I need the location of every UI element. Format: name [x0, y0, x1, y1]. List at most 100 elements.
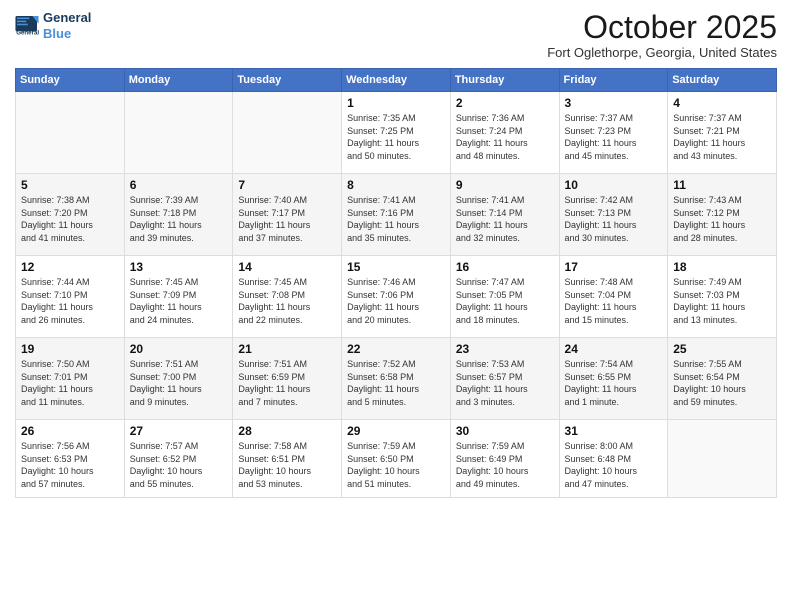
day-number: 7: [238, 178, 336, 192]
day-number: 22: [347, 342, 445, 356]
month-title: October 2025: [547, 10, 777, 45]
day-info: Sunrise: 7:53 AM Sunset: 6:57 PM Dayligh…: [456, 358, 554, 408]
day-number: 23: [456, 342, 554, 356]
day-info: Sunrise: 7:37 AM Sunset: 7:21 PM Dayligh…: [673, 112, 771, 162]
header-tuesday: Tuesday: [233, 69, 342, 92]
day-number: 28: [238, 424, 336, 438]
day-number: 31: [565, 424, 663, 438]
header-monday: Monday: [124, 69, 233, 92]
day-info: Sunrise: 8:00 AM Sunset: 6:48 PM Dayligh…: [565, 440, 663, 490]
table-row: 25 Sunrise: 7:55 AM Sunset: 6:54 PM Dayli…: [668, 338, 777, 420]
day-info: Sunrise: 7:45 AM Sunset: 7:08 PM Dayligh…: [238, 276, 336, 326]
table-row: 14 Sunrise: 7:45 AM Sunset: 7:08 PM Dayli…: [233, 256, 342, 338]
table-row: 2 Sunrise: 7:36 AM Sunset: 7:24 PM Daylig…: [450, 92, 559, 174]
table-row: 10 Sunrise: 7:42 AM Sunset: 7:13 PM Dayli…: [559, 174, 668, 256]
day-number: 30: [456, 424, 554, 438]
table-row: 31 Sunrise: 8:00 AM Sunset: 6:48 PM Dayli…: [559, 420, 668, 498]
day-info: Sunrise: 7:42 AM Sunset: 7:13 PM Dayligh…: [565, 194, 663, 244]
table-row: [233, 92, 342, 174]
day-number: 12: [21, 260, 119, 274]
calendar-table: Sunday Monday Tuesday Wednesday Thursday…: [15, 68, 777, 498]
day-info: Sunrise: 7:45 AM Sunset: 7:09 PM Dayligh…: [130, 276, 228, 326]
location: Fort Oglethorpe, Georgia, United States: [547, 45, 777, 60]
table-row: 20 Sunrise: 7:51 AM Sunset: 7:00 PM Dayli…: [124, 338, 233, 420]
table-row: 29 Sunrise: 7:59 AM Sunset: 6:50 PM Dayli…: [342, 420, 451, 498]
day-info: Sunrise: 7:39 AM Sunset: 7:18 PM Dayligh…: [130, 194, 228, 244]
day-number: 26: [21, 424, 119, 438]
table-row: 16 Sunrise: 7:47 AM Sunset: 7:05 PM Dayli…: [450, 256, 559, 338]
table-row: 4 Sunrise: 7:37 AM Sunset: 7:21 PM Daylig…: [668, 92, 777, 174]
table-row: 22 Sunrise: 7:52 AM Sunset: 6:58 PM Dayli…: [342, 338, 451, 420]
table-row: 11 Sunrise: 7:43 AM Sunset: 7:12 PM Dayli…: [668, 174, 777, 256]
day-info: Sunrise: 7:55 AM Sunset: 6:54 PM Dayligh…: [673, 358, 771, 408]
day-info: Sunrise: 7:59 AM Sunset: 6:50 PM Dayligh…: [347, 440, 445, 490]
day-number: 10: [565, 178, 663, 192]
logo: General Blue General Blue: [15, 10, 91, 41]
day-info: Sunrise: 7:51 AM Sunset: 6:59 PM Dayligh…: [238, 358, 336, 408]
table-row: 30 Sunrise: 7:59 AM Sunset: 6:49 PM Dayli…: [450, 420, 559, 498]
logo-text-blue: Blue: [43, 26, 91, 42]
day-number: 25: [673, 342, 771, 356]
table-row: 8Sunrise: 7:41 AM Sunset: 7:16 PM Daylig…: [342, 174, 451, 256]
table-row: 27Sunrise: 7:57 AM Sunset: 6:52 PM Dayli…: [124, 420, 233, 498]
table-row: 1 Sunrise: 7:35 AM Sunset: 7:25 PM Daylig…: [342, 92, 451, 174]
day-number: 17: [565, 260, 663, 274]
day-info: Sunrise: 7:41 AM Sunset: 7:14 PM Dayligh…: [456, 194, 554, 244]
table-row: [668, 420, 777, 498]
day-number: 13: [130, 260, 228, 274]
day-info: Sunrise: 7:56 AM Sunset: 6:53 PM Dayligh…: [21, 440, 119, 490]
page-container: General Blue General Blue October 2025 F…: [0, 0, 792, 612]
logo-icon: General Blue: [15, 16, 39, 36]
table-row: 21Sunrise: 7:51 AM Sunset: 6:59 PM Dayli…: [233, 338, 342, 420]
table-row: 28 Sunrise: 7:58 AM Sunset: 6:51 PM Dayli…: [233, 420, 342, 498]
table-row: [124, 92, 233, 174]
table-row: 13 Sunrise: 7:45 AM Sunset: 7:09 PM Dayli…: [124, 256, 233, 338]
day-info: Sunrise: 7:51 AM Sunset: 7:00 PM Dayligh…: [130, 358, 228, 408]
day-number: 9: [456, 178, 554, 192]
table-row: 15Sunrise: 7:46 AM Sunset: 7:06 PM Dayli…: [342, 256, 451, 338]
day-number: 1: [347, 96, 445, 110]
day-info: Sunrise: 7:36 AM Sunset: 7:24 PM Dayligh…: [456, 112, 554, 162]
table-row: 5 Sunrise: 7:38 AM Sunset: 7:20 PM Daylig…: [16, 174, 125, 256]
day-number: 3: [565, 96, 663, 110]
day-info: Sunrise: 7:50 AM Sunset: 7:01 PM Dayligh…: [21, 358, 119, 408]
day-number: 20: [130, 342, 228, 356]
day-number: 11: [673, 178, 771, 192]
title-block: October 2025 Fort Oglethorpe, Georgia, U…: [547, 10, 777, 60]
day-info: Sunrise: 7:44 AM Sunset: 7:10 PM Dayligh…: [21, 276, 119, 326]
day-info: Sunrise: 7:47 AM Sunset: 7:05 PM Dayligh…: [456, 276, 554, 326]
day-info: Sunrise: 7:40 AM Sunset: 7:17 PM Dayligh…: [238, 194, 336, 244]
day-info: Sunrise: 7:59 AM Sunset: 6:49 PM Dayligh…: [456, 440, 554, 490]
day-number: 4: [673, 96, 771, 110]
table-row: 19 Sunrise: 7:50 AM Sunset: 7:01 PM Dayli…: [16, 338, 125, 420]
day-info: Sunrise: 7:38 AM Sunset: 7:20 PM Dayligh…: [21, 194, 119, 244]
day-number: 15: [347, 260, 445, 274]
logo-text-general: General: [43, 10, 91, 26]
header-thursday: Thursday: [450, 69, 559, 92]
day-number: 19: [21, 342, 119, 356]
day-info: Sunrise: 7:48 AM Sunset: 7:04 PM Dayligh…: [565, 276, 663, 326]
day-info: Sunrise: 7:54 AM Sunset: 6:55 PM Dayligh…: [565, 358, 663, 408]
day-number: 14: [238, 260, 336, 274]
day-number: 2: [456, 96, 554, 110]
day-info: Sunrise: 7:41 AM Sunset: 7:16 PM Dayligh…: [347, 194, 445, 244]
day-number: 16: [456, 260, 554, 274]
calendar-header-row: Sunday Monday Tuesday Wednesday Thursday…: [16, 69, 777, 92]
table-row: 24Sunrise: 7:54 AM Sunset: 6:55 PM Dayli…: [559, 338, 668, 420]
day-info: Sunrise: 7:52 AM Sunset: 6:58 PM Dayligh…: [347, 358, 445, 408]
table-row: 12 Sunrise: 7:44 AM Sunset: 7:10 PM Dayli…: [16, 256, 125, 338]
day-number: 18: [673, 260, 771, 274]
day-info: Sunrise: 7:37 AM Sunset: 7:23 PM Dayligh…: [565, 112, 663, 162]
table-row: [16, 92, 125, 174]
day-info: Sunrise: 7:43 AM Sunset: 7:12 PM Dayligh…: [673, 194, 771, 244]
day-number: 5: [21, 178, 119, 192]
day-info: Sunrise: 7:58 AM Sunset: 6:51 PM Dayligh…: [238, 440, 336, 490]
day-number: 29: [347, 424, 445, 438]
table-row: 6Sunrise: 7:39 AM Sunset: 7:18 PM Daylig…: [124, 174, 233, 256]
header-sunday: Sunday: [16, 69, 125, 92]
table-row: 7 Sunrise: 7:40 AM Sunset: 7:17 PM Daylig…: [233, 174, 342, 256]
table-row: 17 Sunrise: 7:48 AM Sunset: 7:04 PM Dayli…: [559, 256, 668, 338]
table-row: 3 Sunrise: 7:37 AM Sunset: 7:23 PM Daylig…: [559, 92, 668, 174]
table-row: 26 Sunrise: 7:56 AM Sunset: 6:53 PM Dayli…: [16, 420, 125, 498]
day-info: Sunrise: 7:35 AM Sunset: 7:25 PM Dayligh…: [347, 112, 445, 162]
